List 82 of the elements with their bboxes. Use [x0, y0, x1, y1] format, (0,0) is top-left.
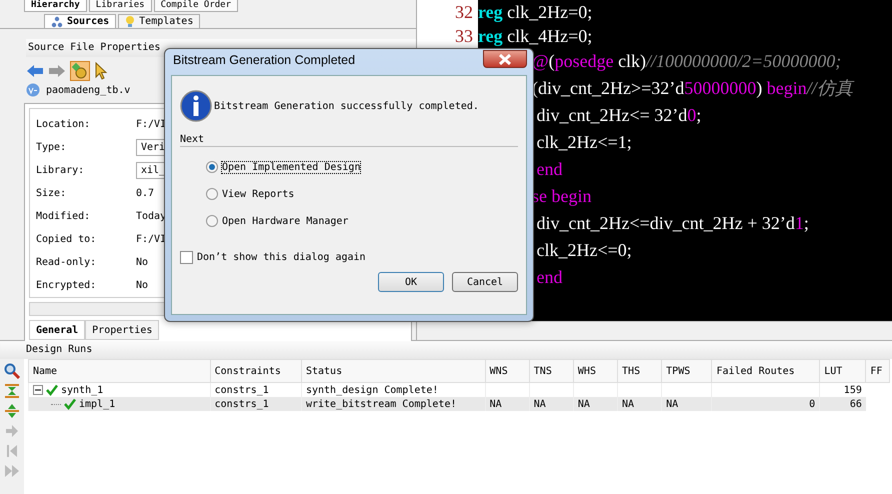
property-label: Size: [36, 188, 66, 199]
property-label: Modified: [36, 211, 90, 222]
cursor-icon[interactable] [94, 62, 108, 80]
panel-tab[interactable]: Templates [118, 14, 200, 28]
property-value: 0.7 [136, 188, 154, 199]
first-icon[interactable] [4, 443, 20, 459]
fast-forward-icon[interactable] [4, 463, 20, 479]
radio-label[interactable]: Open Implemented Design [222, 162, 360, 172]
property-value: F:/VI [136, 119, 166, 130]
code-line: div_cnt_2Hz<=div_cnt_2Hz + 32’d1; [536, 212, 809, 235]
code-line: reg clk_2Hz=0; [478, 1, 592, 24]
table-cell: constrs_1 [214, 384, 269, 396]
code-line: div_cnt_2Hz<= 32’d0; [536, 104, 702, 127]
radio-button[interactable] [206, 161, 218, 173]
column-header[interactable]: Name [33, 366, 58, 376]
column-header[interactable]: Status [306, 366, 342, 376]
close-icon [498, 54, 512, 64]
code-line: (div_cnt_2Hz>=32’d50000000) begin//仿真 [532, 77, 853, 100]
column-header[interactable]: THS [622, 366, 640, 376]
cancel-button[interactable]: Cancel [452, 272, 518, 292]
code-line: clk_2Hz<=0; [536, 239, 632, 262]
forward-arrow-icon[interactable] [48, 64, 66, 78]
radio-label[interactable]: Open Hardware Manager [222, 216, 348, 226]
property-label: Location: [36, 119, 90, 130]
run-name[interactable]: impl_1 [79, 398, 116, 410]
property-value: No [136, 257, 148, 268]
checkbox-label[interactable]: Don’t show this dialog again [197, 252, 366, 263]
property-value: F:/VI [136, 234, 166, 245]
file-name: paomadeng_tb.v [46, 84, 130, 96]
lightbulb-icon [125, 15, 136, 28]
table-cell: write_bitstream Complete! [306, 398, 456, 410]
radio-button[interactable] [206, 215, 218, 227]
collapse-all-icon[interactable] [4, 383, 20, 399]
expand-all-icon[interactable] [4, 403, 20, 419]
column-header[interactable]: LUT [824, 366, 842, 376]
table-cell: constrs_1 [214, 398, 269, 410]
table-cell: NA [666, 398, 678, 410]
property-label: Copied to: [36, 234, 96, 245]
code-line: end [536, 158, 562, 181]
panel-tab[interactable]: Sources [44, 14, 116, 28]
check-icon [46, 384, 58, 396]
step-arrow-icon[interactable] [4, 423, 20, 439]
code-line: clk_2Hz<=1; [536, 131, 632, 154]
close-button[interactable] [483, 50, 527, 68]
ok-button[interactable]: OK [378, 272, 444, 292]
hierarchy-icon [51, 16, 63, 28]
column-header[interactable]: WNS [490, 366, 508, 376]
panel-tab[interactable]: Compile Order [154, 0, 238, 12]
property-label: Encrypted: [36, 280, 96, 291]
check-icon [64, 398, 76, 410]
table-cell: 0 [809, 398, 816, 410]
property-label: Read-only: [36, 257, 96, 268]
checkbox[interactable] [180, 251, 193, 264]
collapse-toggle-icon[interactable] [33, 385, 43, 395]
panel-tab[interactable]: Hierarchy [24, 0, 87, 12]
radio-label[interactable]: View Reports [222, 188, 294, 200]
table-cell: 66 [850, 398, 862, 410]
table-cell: NA [622, 398, 634, 410]
table-cell: NA [534, 398, 546, 410]
dialog-message: Bitstream Generation successfully completed. [214, 100, 479, 112]
panel-tab[interactable]: Libraries [88, 0, 152, 12]
search-icon[interactable] [4, 363, 20, 379]
table-cell: 159 [844, 384, 862, 396]
panel-tab[interactable]: General [29, 320, 86, 340]
group-label: Next [180, 134, 204, 145]
code-line: end [536, 266, 562, 289]
column-header[interactable]: WHS [578, 366, 596, 376]
column-header[interactable]: TNS [534, 366, 552, 376]
property-label: Type: [36, 142, 66, 153]
table-cell: synth_design Complete! [306, 384, 438, 396]
table-cell: NA [578, 398, 590, 410]
table-cell: NA [490, 398, 502, 410]
property-label: Library: [36, 165, 84, 176]
property-value: No [136, 280, 148, 291]
radio-button[interactable] [206, 188, 218, 200]
run-name[interactable]: synth_1 [61, 384, 104, 396]
panel-tab[interactable]: Properties [85, 320, 160, 340]
panel-title: Design Runs [0, 341, 892, 359]
verilog-file-icon [26, 83, 40, 97]
code-line: reg clk_4Hz=0; [478, 25, 592, 48]
back-arrow-icon[interactable] [26, 64, 44, 78]
info-icon [180, 90, 212, 122]
